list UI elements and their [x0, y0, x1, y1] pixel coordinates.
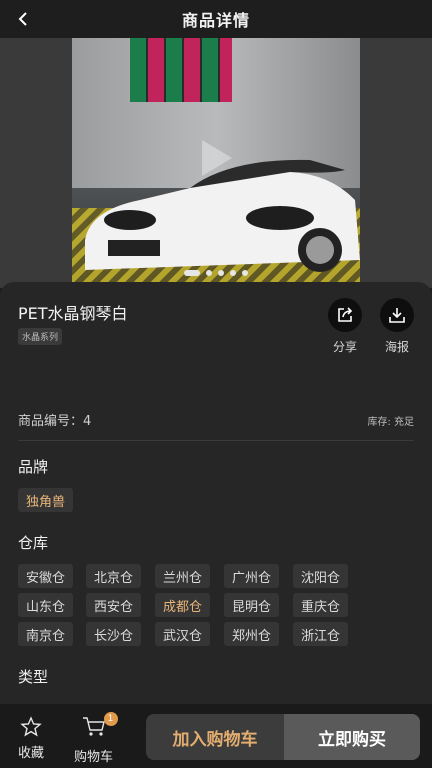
bottom-action-bar: 收藏 1 购物车 加入购物车 立即购买 — [0, 704, 432, 768]
series-tag: 水晶系列 — [18, 328, 63, 345]
warehouse-title: 仓库 — [18, 534, 49, 552]
gallery-indicator — [0, 270, 432, 276]
share-label: 分享 — [332, 340, 357, 354]
warehouse-option[interactable]: 成都仓 — [155, 593, 211, 617]
warehouse-option[interactable]: 武汉仓 — [155, 622, 211, 646]
warehouse-option[interactable]: 沈阳仓 — [293, 564, 349, 588]
warehouse-option[interactable]: 长沙仓 — [86, 622, 142, 646]
product-code: 商品编号：4 — [18, 414, 92, 429]
warehouse-option[interactable]: 广州仓 — [224, 564, 280, 588]
type-title: 类型 — [18, 668, 49, 686]
top-bar: 商品详情 — [0, 0, 432, 38]
page-title: 商品详情 — [181, 11, 250, 30]
cart-count-badge: 1 — [103, 712, 118, 726]
gallery-dot[interactable] — [206, 270, 212, 276]
warehouse-option[interactable]: 昆明仓 — [224, 593, 280, 617]
brand-title: 品牌 — [18, 458, 49, 476]
share-icon — [338, 307, 353, 322]
warehouse-option[interactable]: 兰州仓 — [155, 564, 211, 588]
gallery-dot[interactable] — [218, 270, 224, 276]
chevron-left-icon — [18, 12, 27, 26]
warehouse-option[interactable]: 南京仓 — [18, 622, 74, 646]
product-gallery[interactable] — [0, 38, 432, 288]
gallery-dot[interactable] — [230, 270, 236, 276]
product-name: PET水晶钢琴白 — [18, 304, 128, 323]
warehouse-option[interactable]: 北京仓 — [86, 564, 142, 588]
cart-icon — [82, 717, 105, 736]
share-button[interactable]: 分享 — [325, 298, 365, 355]
star-icon — [20, 716, 42, 737]
divider — [18, 440, 414, 441]
gallery-dot[interactable] — [184, 270, 200, 276]
warehouse-option[interactable]: 山东仓 — [18, 593, 74, 617]
back-button[interactable] — [10, 6, 36, 32]
warehouse-option[interactable]: 浙江仓 — [293, 622, 349, 646]
poster-button[interactable]: 海报 — [377, 298, 417, 355]
poster-label: 海报 — [384, 340, 409, 354]
cart-label: 购物车 — [74, 750, 114, 765]
favorite-label: 收藏 — [18, 746, 45, 761]
gallery-dot[interactable] — [242, 270, 248, 276]
brand-option[interactable]: 独角兽 — [18, 488, 74, 512]
play-icon[interactable] — [200, 138, 234, 178]
product-detail-sheet: PET水晶钢琴白 水晶系列 分享 海报 商品编号：4 库存: 充足 品牌 独角兽… — [0, 282, 432, 704]
download-icon — [389, 308, 405, 323]
warehouse-option[interactable]: 重庆仓 — [293, 593, 349, 617]
cart-button[interactable]: 1 购物车 — [74, 712, 118, 765]
favorite-button[interactable]: 收藏 — [18, 716, 44, 761]
buy-now-button[interactable]: 立即购买 — [284, 714, 420, 760]
stock-status: 库存: 充足 — [367, 417, 414, 428]
warehouse-option[interactable]: 西安仓 — [86, 593, 142, 617]
warehouse-option[interactable]: 安徽仓 — [18, 564, 74, 588]
add-to-cart-button[interactable]: 加入购物车 — [146, 714, 284, 760]
product-photo — [72, 38, 360, 288]
warehouse-option[interactable]: 郑州仓 — [224, 622, 280, 646]
